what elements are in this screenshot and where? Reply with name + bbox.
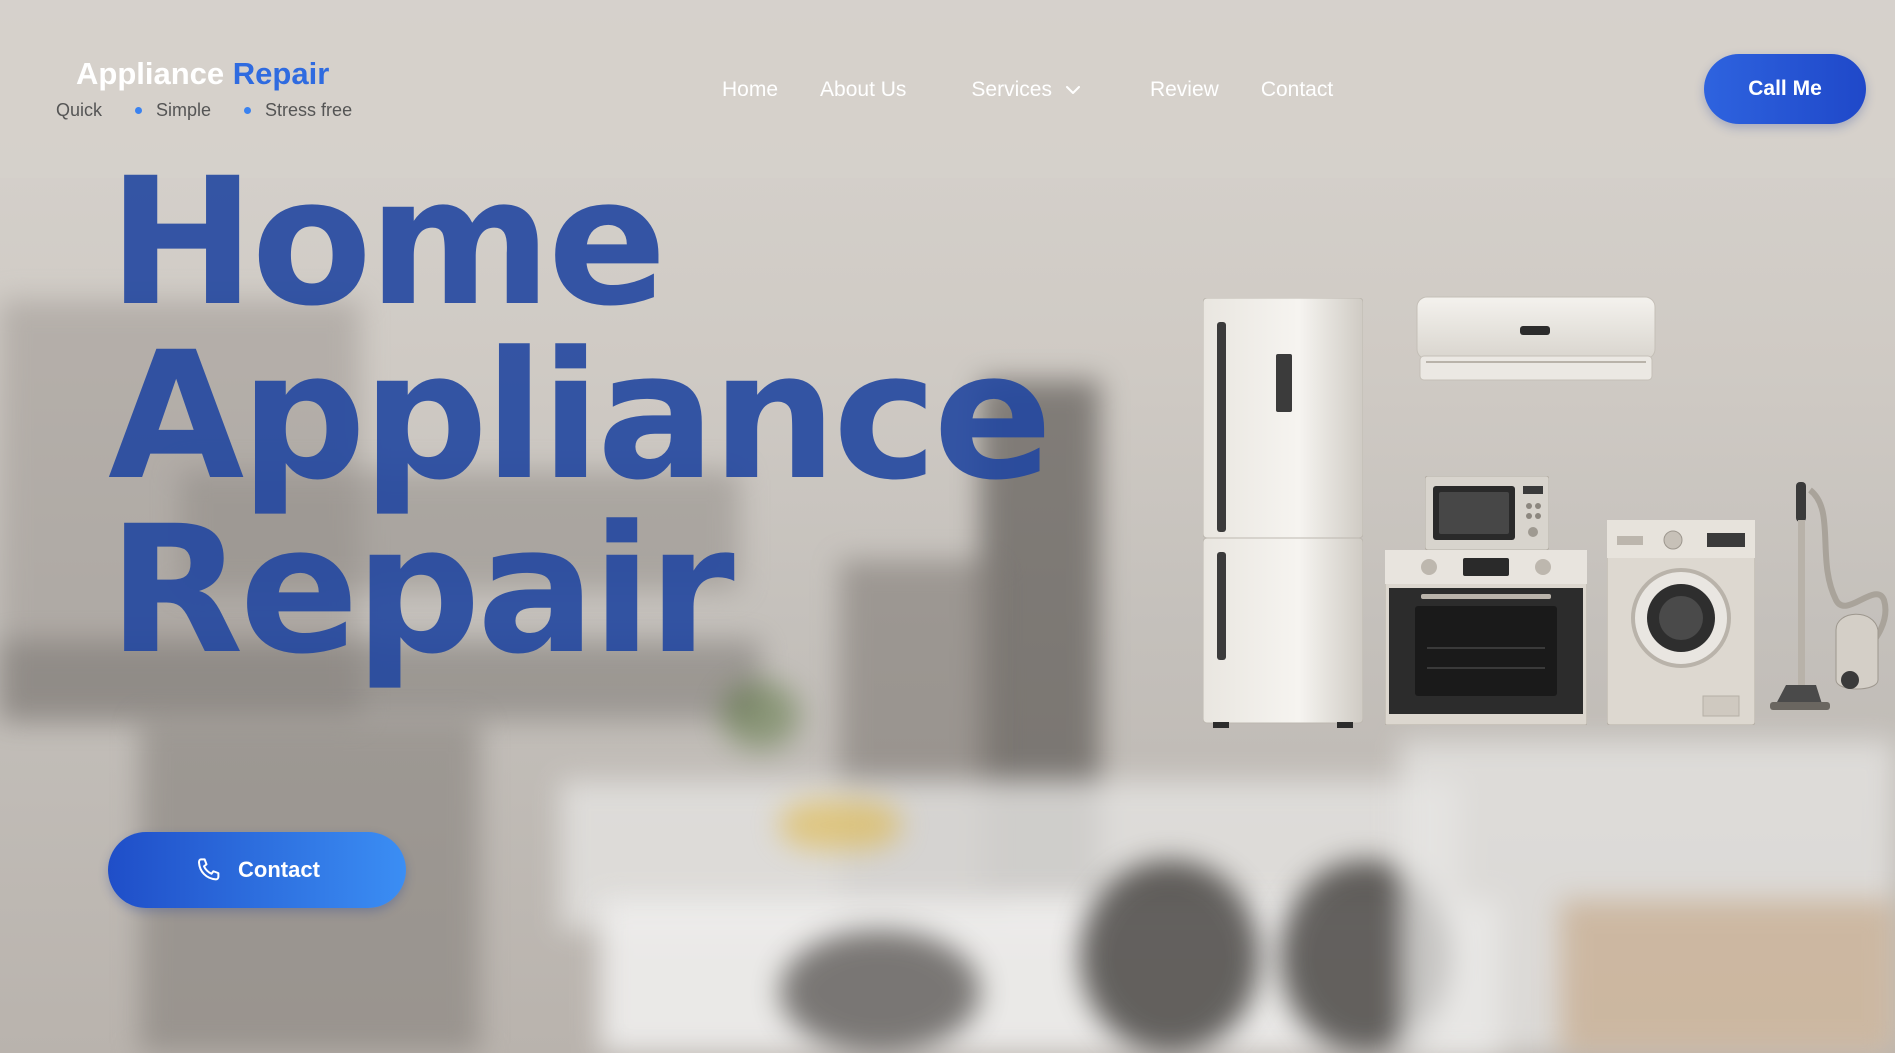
microwave-image	[1425, 476, 1549, 550]
tagline-simple: Simple	[156, 100, 212, 120]
tagline-stress-free: Stress free	[265, 100, 353, 120]
air-conditioner-image	[1416, 296, 1656, 381]
contact-button-label: Contact	[238, 857, 320, 882]
tagline-quick: Quick	[56, 100, 103, 120]
phone-icon	[198, 858, 220, 881]
main-nav: Home About Us Services Review Contact	[722, 78, 1375, 102]
nav-services-label: Services	[971, 78, 1052, 101]
hero-title-line: Appliance	[108, 314, 1053, 519]
logo[interactable]: Appliance Repair	[76, 56, 329, 92]
hero-title-line: Repair	[108, 488, 735, 693]
tagline-dot	[135, 107, 143, 114]
washing-machine-image	[1607, 520, 1755, 725]
vacuum-cleaner-image	[1770, 482, 1889, 710]
refrigerator-image	[1203, 298, 1363, 728]
call-me-button[interactable]: Call Me	[1704, 54, 1866, 124]
nav-services[interactable]: Services	[971, 78, 1080, 102]
hero-title: Home Appliance Repair	[108, 140, 1053, 693]
logo-word-appliance: Appliance	[76, 56, 225, 91]
chevron-down-icon	[1065, 85, 1080, 94]
logo-word-repair: Repair	[232, 56, 330, 91]
hero-title-line: Home	[108, 140, 667, 345]
oven-image	[1385, 550, 1587, 725]
tagline-dot	[244, 107, 252, 114]
nav-home[interactable]: Home	[722, 78, 778, 102]
nav-about-us[interactable]: About Us	[820, 78, 906, 102]
nav-contact[interactable]: Contact	[1261, 78, 1333, 102]
tagline: Quick Simple Stress free	[56, 100, 352, 121]
contact-button[interactable]: Contact	[108, 832, 406, 908]
nav-review[interactable]: Review	[1150, 78, 1219, 102]
